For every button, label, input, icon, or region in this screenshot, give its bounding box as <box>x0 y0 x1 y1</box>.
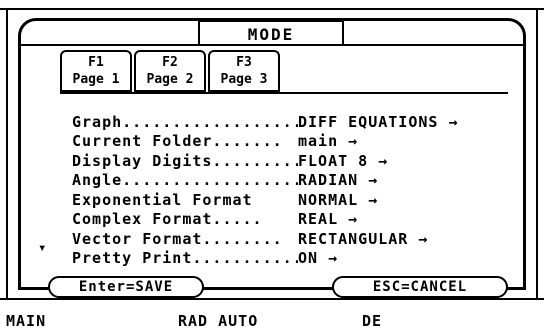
dialog-title: MODE <box>198 20 344 46</box>
setting-label: Display Digits......... <box>72 151 298 170</box>
setting-label: Pretty Print........... <box>72 249 298 268</box>
setting-value[interactable]: FLOAT 8 → <box>298 152 388 170</box>
tabs-divider <box>60 92 508 94</box>
setting-row-complex-format[interactable]: Complex Format..... REAL → <box>72 210 512 230</box>
setting-row-current-folder[interactable]: Current Folder....... main → <box>72 132 512 152</box>
left-border <box>6 8 8 298</box>
tab-label: Page 3 <box>220 72 268 87</box>
setting-value[interactable]: NORMAL → <box>298 191 378 209</box>
setting-row-exponential-format[interactable]: Exponential Format NORMAL → <box>72 190 512 210</box>
setting-value[interactable]: RECTANGULAR → <box>298 230 428 248</box>
setting-label: Vector Format........ <box>72 229 283 248</box>
setting-row-display-digits[interactable]: Display Digits......... FLOAT 8 → <box>72 151 512 171</box>
status-mode: RAD AUTO <box>178 312 259 330</box>
tab-page-2[interactable]: F2 Page 2 <box>134 50 206 92</box>
page-tabs: F1 Page 1 F2 Page 2 F3 Page 3 <box>60 50 282 92</box>
setting-row-pretty-print[interactable]: Pretty Print........... ON → <box>72 249 512 269</box>
setting-value[interactable]: REAL → <box>298 210 358 228</box>
tab-page-3[interactable]: F3 Page 3 <box>208 50 280 92</box>
setting-value[interactable]: DIFF EQUATIONS → <box>298 113 459 131</box>
title-divider <box>20 44 524 46</box>
status-graph-mode: DE <box>362 312 383 330</box>
tab-label: Page 2 <box>146 72 194 87</box>
right-border <box>536 8 538 298</box>
scroll-down-arrow-icon[interactable]: ▾ <box>38 240 46 256</box>
tab-key: F3 <box>236 55 252 70</box>
settings-list: Graph.................... DIFF EQUATIONS… <box>72 112 512 268</box>
setting-label: Angle.................... <box>72 171 298 190</box>
tab-label: Page 1 <box>72 72 120 87</box>
setting-value[interactable]: RADIAN → <box>298 171 378 189</box>
tab-page-1[interactable]: F1 Page 1 <box>60 50 132 92</box>
cancel-button[interactable]: ESC=CANCEL <box>332 276 508 298</box>
status-bar: MAIN RAD AUTO DE <box>0 306 544 333</box>
setting-row-graph[interactable]: Graph.................... DIFF EQUATIONS… <box>72 112 512 132</box>
calculator-screen: MODE F1 Page 1 F2 Page 2 F3 Page 3 Graph… <box>0 0 544 333</box>
setting-label: Current Folder....... <box>72 132 283 151</box>
top-border <box>0 8 544 10</box>
setting-label: Graph.................... <box>72 112 298 131</box>
tab-key: F1 <box>88 55 104 70</box>
setting-value[interactable]: main → <box>298 132 358 150</box>
setting-row-vector-format[interactable]: Vector Format........ RECTANGULAR → <box>72 229 512 249</box>
save-button[interactable]: Enter=SAVE <box>48 276 204 298</box>
setting-label: Exponential Format <box>72 190 253 209</box>
setting-value[interactable]: ON → <box>298 249 338 267</box>
tab-key: F2 <box>162 55 178 70</box>
setting-row-angle[interactable]: Angle.................... RADIAN → <box>72 171 512 191</box>
setting-label: Complex Format..... <box>72 210 263 229</box>
status-divider <box>0 298 544 300</box>
status-folder: MAIN <box>6 312 47 330</box>
